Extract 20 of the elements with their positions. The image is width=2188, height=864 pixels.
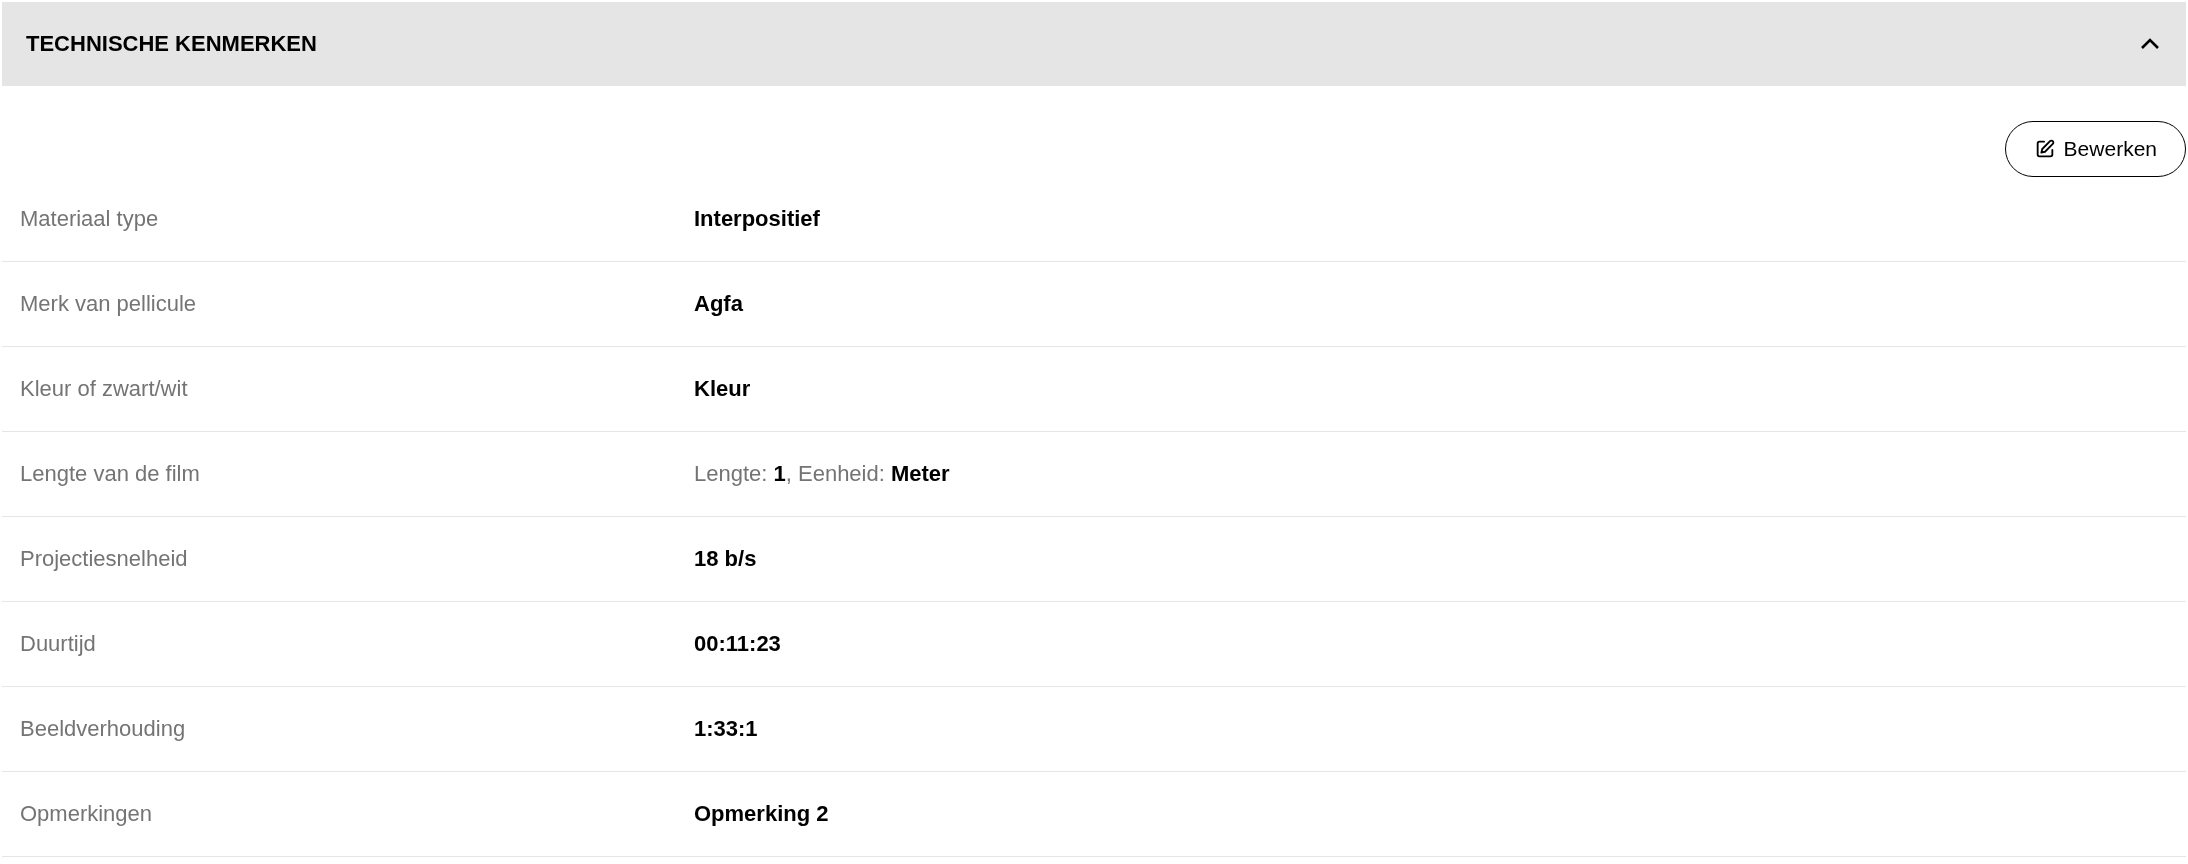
field-value: 00:11:23 [694,631,781,657]
edit-button[interactable]: Bewerken [2004,121,2186,177]
field-value: Interpositief [694,206,820,232]
field-label: Lengte van de film [19,461,201,487]
field-label: Kleur of zwart/wit [19,376,189,402]
field-value: Lengte: 1, Eenheid: Meter [694,461,950,487]
field-value: 18 b/s [694,546,757,572]
section-header[interactable]: TECHNISCHE KENMERKEN [2,2,2186,86]
field-value: 1:33:1 [694,716,758,742]
field-label: Merk van pellicule [19,291,198,317]
field-label: Projectiesnelheid [19,546,189,572]
field-value: Kleur [694,376,751,402]
field-label: Beeldverhouding [19,716,187,742]
field-label: Opmerkingen [19,801,154,827]
section-title: TECHNISCHE KENMERKEN [26,31,317,57]
field-label: Duurtijd [19,631,97,657]
field-value: Opmerking 2 [694,801,829,827]
chevron-icon[interactable] [2140,38,2160,50]
field-value: Agfa [694,291,743,317]
field-label: Materiaal type [19,206,160,232]
